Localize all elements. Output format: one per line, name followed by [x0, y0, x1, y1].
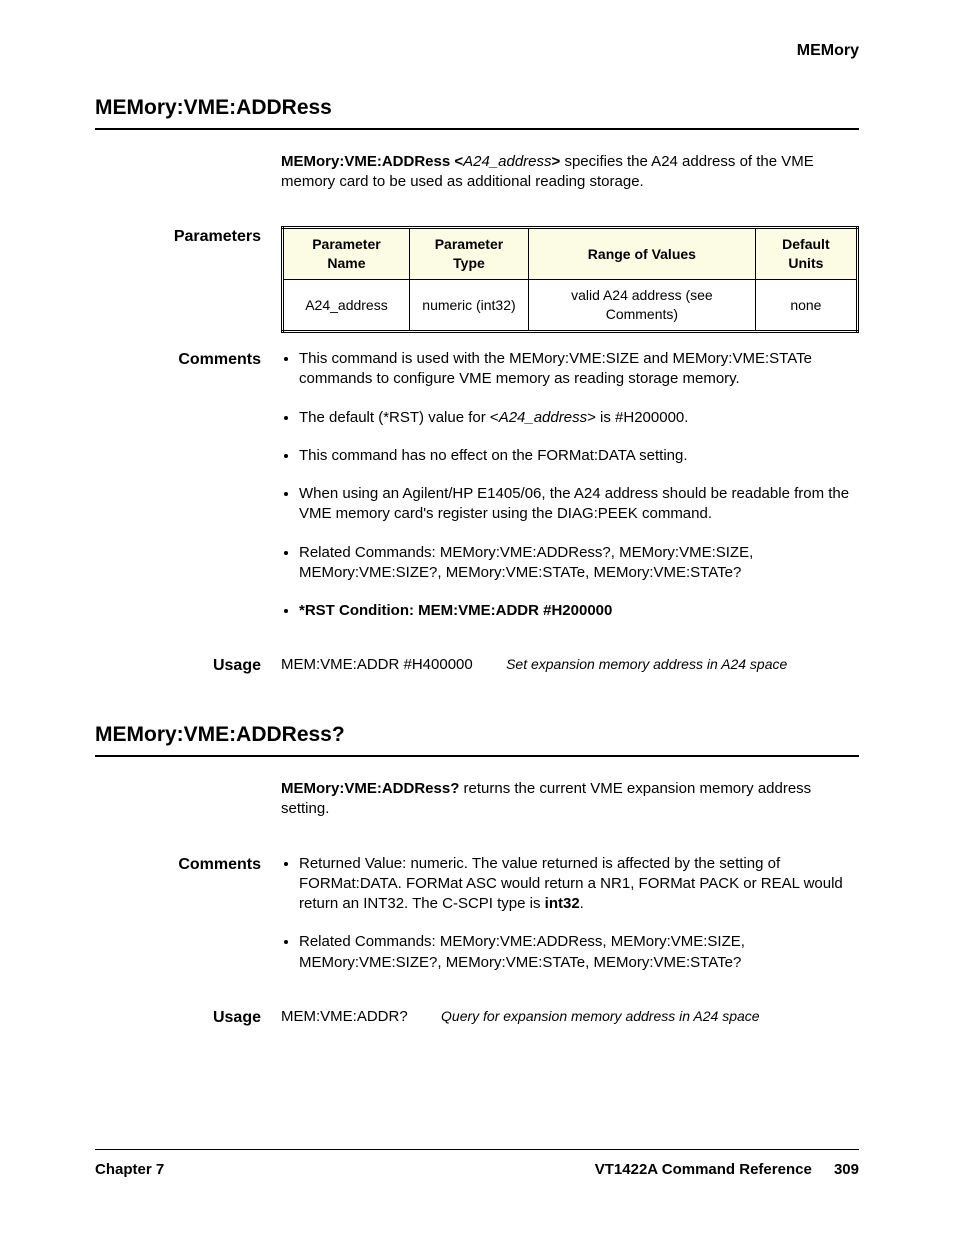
parameters-table: Parameter Name Parameter Type Range of V… [281, 226, 859, 333]
th-name: Parameter Name [283, 228, 410, 280]
comment-item: Returned Value: numeric. The value retur… [299, 854, 859, 915]
usage-label-2: Usage [95, 1007, 281, 1029]
usage-body-2: MEM:VME:ADDR? Query for expansion memory… [281, 1007, 859, 1027]
comments-label-1: Comments [95, 349, 281, 371]
usage-body-1: MEM:VME:ADDR #H400000 Set expansion memo… [281, 655, 859, 675]
footer-title: VT1422A Command Reference [595, 1161, 812, 1178]
section-heading-addr: MEMory:VME:ADDRess [95, 94, 859, 130]
cmd-param: A24_address [463, 153, 551, 170]
td-range: valid A24 address (see Comments) [528, 280, 755, 332]
parameters-row: Parameters Parameter Name Parameter Type… [95, 226, 859, 333]
comment-item: This command has no effect on the FORMat… [299, 446, 859, 466]
usage-cmd-q: MEM:VME:ADDR? [281, 1008, 408, 1025]
td-name: A24_address [283, 280, 410, 332]
th-type: Parameter Type [409, 228, 528, 280]
comments-row-2: Comments Returned Value: numeric. The va… [95, 854, 859, 991]
usage-cmd: MEM:VME:ADDR #H400000 [281, 656, 473, 673]
page-footer: Chapter 7 VT1422A Command Reference 309 [95, 1149, 859, 1180]
comments-list-1: This command is used with the MEMory:VME… [281, 349, 859, 621]
comment-item: Related Commands: MEMory:VME:ADDRess, ME… [299, 932, 859, 973]
comments-row-1: Comments This command is used with the M… [95, 349, 859, 639]
comment-item: The default (*RST) value for <A24_addres… [299, 408, 859, 428]
td-type: numeric (int32) [409, 280, 528, 332]
header-category: MEMory [95, 40, 859, 62]
comment-item: This command is used with the MEMory:VME… [299, 349, 859, 390]
th-range: Range of Values [528, 228, 755, 280]
cmd-close: > [552, 153, 561, 170]
usage-note: Set expansion memory address in A24 spac… [506, 656, 787, 672]
usage-label-1: Usage [95, 655, 281, 677]
page-body: MEMory MEMory:VME:ADDRess MEMory:VME:ADD… [0, 0, 954, 1029]
comments-list-2: Returned Value: numeric. The value retur… [281, 854, 859, 973]
footer-page-number: 309 [834, 1161, 859, 1178]
comments-label-2: Comments [95, 854, 281, 876]
cmd-bold: MEMory:VME:ADDRess < [281, 153, 463, 170]
footer-right: VT1422A Command Reference 309 [595, 1160, 859, 1180]
th-units: Default Units [755, 228, 857, 280]
comment-item: *RST Condition: MEM:VME:ADDR #H200000 [299, 601, 859, 621]
comment-item: Related Commands: MEMory:VME:ADDRess?, M… [299, 543, 859, 584]
usage-row-2: Usage MEM:VME:ADDR? Query for expansion … [95, 1007, 859, 1029]
command-syntax-addrq: MEMory:VME:ADDRess? returns the current … [281, 779, 859, 820]
parameters-label: Parameters [95, 226, 281, 248]
usage-row-1: Usage MEM:VME:ADDR #H400000 Set expansio… [95, 655, 859, 677]
cmd-bold-q: MEMory:VME:ADDRess? [281, 780, 459, 797]
td-units: none [755, 280, 857, 332]
section-heading-addrq: MEMory:VME:ADDRess? [95, 721, 859, 757]
comment-item: When using an Agilent/HP E1405/06, the A… [299, 484, 859, 525]
footer-chapter: Chapter 7 [95, 1160, 164, 1180]
command-syntax-addr: MEMory:VME:ADDRess <A24_address> specifi… [281, 152, 859, 193]
usage-note-q: Query for expansion memory address in A2… [441, 1008, 760, 1024]
